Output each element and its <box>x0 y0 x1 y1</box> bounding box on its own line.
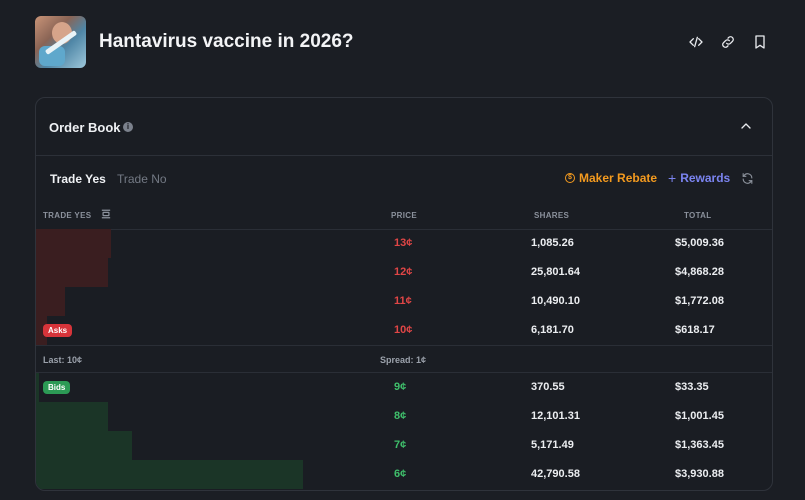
column-price: PRICE <box>391 211 417 220</box>
plus-icon: + <box>668 170 677 186</box>
dollar-coin-icon: $ <box>565 173 575 183</box>
bid-shares: 12,101.31 <box>531 410 580 422</box>
rewards-button[interactable]: + Rewards <box>668 171 730 185</box>
ask-row[interactable]: Asks 10¢ 6,181.70 $618.17 <box>36 316 772 345</box>
spread-row: Last: 10¢ Spread: 1¢ <box>36 345 772 373</box>
market-thumbnail <box>35 16 86 68</box>
bid-shares: 42,790.58 <box>531 468 580 480</box>
ask-row[interactable]: 12¢ 25,801.64 $4,868.28 <box>36 258 772 287</box>
bid-total: $1,001.45 <box>675 410 724 422</box>
order-book-column-headers: TRADE YES PRICE SHARES TOTAL <box>36 202 772 230</box>
bid-row[interactable]: 8¢ 12,101.31 $1,001.45 <box>36 402 772 431</box>
maker-rebate-label: Maker Rebate <box>579 171 658 185</box>
bid-row[interactable]: 6¢ 42,790.58 $3,930.88 <box>36 460 772 489</box>
bid-total: $1,363.45 <box>675 439 724 451</box>
ask-depth-bar <box>36 287 65 316</box>
ask-total: $5,009.36 <box>675 237 724 249</box>
order-book-title: Order Book <box>49 120 121 135</box>
ask-row[interactable]: 11¢ 10,490.10 $1,772.08 <box>36 287 772 316</box>
market-header: Hantavirus vaccine in 2026? <box>35 16 775 68</box>
ask-price: 13¢ <box>394 237 413 249</box>
bid-depth-bar <box>36 402 108 431</box>
chevron-up-icon[interactable] <box>738 118 754 134</box>
ask-total: $618.17 <box>675 324 715 336</box>
ask-shares: 1,085.26 <box>531 237 574 249</box>
bid-row[interactable]: 7¢ 5,171.49 $1,363.45 <box>36 431 772 460</box>
center-align-icon[interactable] <box>101 209 111 219</box>
asks-badge: Asks <box>43 324 73 337</box>
rewards-label: Rewards <box>680 171 731 185</box>
bid-depth-bar <box>36 373 39 402</box>
ask-total: $1,772.08 <box>675 295 724 307</box>
column-trade: TRADE YES <box>43 211 92 220</box>
bid-price: 7¢ <box>394 439 407 451</box>
embed-code-icon[interactable] <box>687 33 705 51</box>
bids-badge: Bids <box>43 381 71 394</box>
ask-shares: 25,801.64 <box>531 266 580 278</box>
order-book-panel: Order Book i Trade Yes Trade No $ Maker … <box>35 97 773 491</box>
tab-trade-yes[interactable]: Trade Yes <box>50 172 106 186</box>
bid-row[interactable]: Bids 9¢ 370.55 $33.35 <box>36 373 772 402</box>
bid-shares: 370.55 <box>531 381 565 393</box>
refresh-icon[interactable] <box>741 172 754 185</box>
header-actions <box>687 33 769 51</box>
ask-price: 10¢ <box>394 324 413 336</box>
bid-shares: 5,171.49 <box>531 439 574 451</box>
ask-price: 12¢ <box>394 266 413 278</box>
ask-total: $4,868.28 <box>675 266 724 278</box>
market-title: Hantavirus vaccine in 2026? <box>99 31 354 52</box>
order-book-header[interactable]: Order Book i <box>36 98 772 156</box>
link-icon[interactable] <box>719 33 737 51</box>
bid-total: $33.35 <box>675 381 709 393</box>
bookmark-icon[interactable] <box>751 33 769 51</box>
bid-price: 6¢ <box>394 468 407 480</box>
maker-rebate-button[interactable]: $ Maker Rebate <box>565 171 657 185</box>
ask-shares: 6,181.70 <box>531 324 574 336</box>
bid-price: 9¢ <box>394 381 407 393</box>
column-total: TOTAL <box>684 211 712 220</box>
ask-row[interactable]: 13¢ 1,085.26 $5,009.36 <box>36 229 772 258</box>
last-price: Last: 10¢ <box>43 355 83 365</box>
ask-depth-bar <box>36 229 111 258</box>
ask-shares: 10,490.10 <box>531 295 580 307</box>
info-icon[interactable]: i <box>123 122 133 132</box>
ask-price: 11¢ <box>394 295 412 307</box>
bid-depth-bar <box>36 431 132 460</box>
column-shares: SHARES <box>534 211 570 220</box>
spread-value: Spread: 1¢ <box>380 355 427 365</box>
tab-trade-no[interactable]: Trade No <box>117 172 167 186</box>
bid-total: $3,930.88 <box>675 468 724 480</box>
ask-depth-bar <box>36 258 108 287</box>
trade-tabs: Trade Yes Trade No $ Maker Rebate + Rewa… <box>36 156 772 202</box>
bid-depth-bar <box>36 460 303 489</box>
bid-price: 8¢ <box>394 410 407 422</box>
